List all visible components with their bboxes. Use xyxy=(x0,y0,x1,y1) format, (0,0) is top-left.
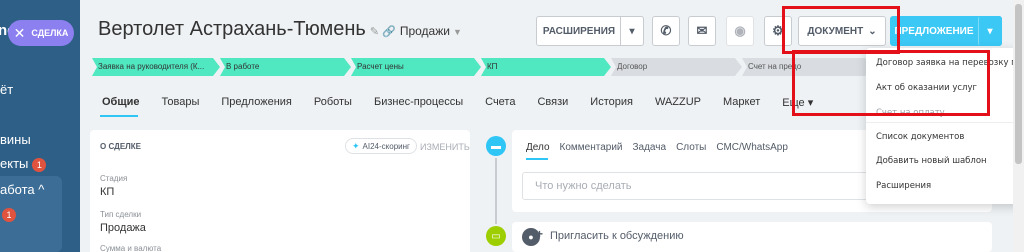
menu-item-extensions[interactable]: Расширения xyxy=(876,181,931,191)
deal-info-card: О СДЕЛКЕ ✦ AI24-скоринг ИЗМЕНИТЬ Стадия К… xyxy=(90,130,470,252)
tab-links[interactable]: Связи xyxy=(537,96,568,109)
sidebar-item-1[interactable]: ёт xyxy=(0,82,13,97)
email-icon: ✉ xyxy=(696,23,708,38)
document-menu: Договор заявка на перевозку груза[1] Акт… xyxy=(866,48,1024,204)
offer-dropdown-button[interactable]: ▾ xyxy=(978,16,1002,46)
menu-item-invoice[interactable]: Счет на оплату xyxy=(876,108,945,118)
menu-item-doc-list[interactable]: Список документов xyxy=(876,132,964,142)
stage-item[interactable]: Счет на предо xyxy=(742,58,872,76)
counter-badge: 1 xyxy=(2,208,16,222)
invite-bar[interactable]: ● + Пригласить к обсуждению xyxy=(512,222,992,252)
chevron-down-icon: ▼ xyxy=(452,27,462,37)
tab-slots[interactable]: Слоты xyxy=(676,142,706,153)
category-select[interactable]: Продажи ▼ xyxy=(400,24,462,38)
comment-icon: ▭ xyxy=(486,226,506,246)
tab-task[interactable]: Дело xyxy=(526,142,550,153)
tab-history[interactable]: История xyxy=(590,96,633,109)
tab-market[interactable]: Маркет xyxy=(723,96,760,109)
gear-icon: ⚙ xyxy=(772,23,784,38)
page-scrollbar[interactable] xyxy=(1013,0,1024,252)
tab-todo[interactable]: Задача xyxy=(633,142,667,153)
sidebar-item-4[interactable]: абота ^ xyxy=(0,182,44,197)
stage-item[interactable]: Договор xyxy=(611,58,742,76)
change-link[interactable]: ИЗМЕНИТЬ xyxy=(420,142,470,152)
scroll-thumb[interactable] xyxy=(1015,4,1022,164)
ai-icon: ✦ xyxy=(352,140,360,151)
tab-wazzup[interactable]: WAZZUP xyxy=(655,96,701,109)
tab-more[interactable]: Еще ▾ xyxy=(782,96,813,109)
tab-robots[interactable]: Роботы xyxy=(314,96,352,109)
tab-bar: Общие Товары Предложения Роботы Бизнес-п… xyxy=(102,96,835,109)
chevron-down-icon: ▾ xyxy=(807,97,814,109)
page-title: Вертолет Астрахань-Тюмень ✎ 🔗 Продажи ▼ xyxy=(98,18,462,41)
invite-text: Пригласить к обсуждению xyxy=(550,230,684,242)
email-button[interactable]: ✉ xyxy=(688,16,716,46)
tab-invoices[interactable]: Счета xyxy=(485,96,515,109)
stage-field-label: Стадия xyxy=(100,174,128,183)
stage-item[interactable]: Расчет цены xyxy=(351,58,481,76)
sidebar-item-2[interactable]: вины xyxy=(0,132,31,147)
chevron-down-icon: ⌄ xyxy=(868,25,877,37)
deal-type-label: Тип сделки xyxy=(100,210,142,219)
menu-item-add-template[interactable]: Добавить новый шаблон xyxy=(876,156,987,166)
tab-offers[interactable]: Предложения xyxy=(221,96,292,109)
plus-icon: + xyxy=(536,227,544,241)
counter-badge: 1 xyxy=(32,158,47,172)
phone-button[interactable]: ✆ xyxy=(652,16,680,46)
main-area: Вертолет Астрахань-Тюмень ✎ 🔗 Продажи ▼ РАС… xyxy=(80,0,1024,252)
tab-business-processes[interactable]: Бизнес-процессы xyxy=(374,96,463,109)
extensions-dropdown-button[interactable]: ▾ xyxy=(620,16,644,46)
chevron-down-icon: ▾ xyxy=(629,25,635,37)
sidebar-item-3[interactable]: екты 1 xyxy=(0,156,47,172)
deal-close-button[interactable]: ✕ СДЕЛКА xyxy=(8,20,74,46)
document-button[interactable]: ДОКУМЕНТ ⌄ xyxy=(798,16,886,46)
settings-button[interactable]: ⚙ xyxy=(764,16,792,46)
sidebar-item-5[interactable]: 1 xyxy=(2,206,16,222)
deal-button-label: СДЕЛКА xyxy=(31,28,69,38)
active-activity-tab-indicator xyxy=(526,158,548,160)
menu-divider xyxy=(866,122,1024,123)
activity-tabs: Дело Комментарий Задача Слоты СМС/WhatsA… xyxy=(526,142,798,153)
stage-item[interactable]: КП xyxy=(481,58,611,76)
tab-comment[interactable]: Комментарий xyxy=(560,142,623,153)
stage-item[interactable]: Заявка на руководителя (К... xyxy=(92,58,220,76)
phone-icon: ✆ xyxy=(660,23,672,38)
close-icon: ✕ xyxy=(13,24,26,41)
chevron-down-icon: ▾ xyxy=(987,25,993,37)
timeline-line xyxy=(495,158,497,224)
activity-icon: ▬ xyxy=(486,136,506,156)
left-sidebar: ne ✕ СДЕЛКА ёт вины екты1 абота ^ 1 xyxy=(0,0,80,252)
active-tab-indicator xyxy=(100,115,138,117)
menu-item-act[interactable]: Акт об оказании услуг xyxy=(876,83,977,93)
deal-title: Вертолет Астрахань-Тюмень xyxy=(98,18,366,40)
tab-general[interactable]: Общие xyxy=(102,96,140,109)
chat-icon: ◉ xyxy=(734,23,746,38)
tab-sms[interactable]: СМС/WhatsApp xyxy=(716,142,788,153)
ai-scoring-badge[interactable]: ✦ AI24-скоринг xyxy=(345,138,417,154)
deal-type-value: Продажа xyxy=(100,222,146,234)
stage-item[interactable]: В работе xyxy=(220,58,351,76)
stage-field-value: КП xyxy=(100,186,115,198)
edit-icon[interactable]: ✎ 🔗 xyxy=(370,26,396,38)
card-title: О СДЕЛКЕ xyxy=(100,142,141,151)
menu-item-contract[interactable]: Договор заявка на перевозку груза[1] xyxy=(876,58,1024,68)
amount-label: Сумма и валюта xyxy=(100,244,162,252)
chat-button[interactable]: ◉ xyxy=(726,16,754,46)
tab-products[interactable]: Товары xyxy=(162,96,200,109)
